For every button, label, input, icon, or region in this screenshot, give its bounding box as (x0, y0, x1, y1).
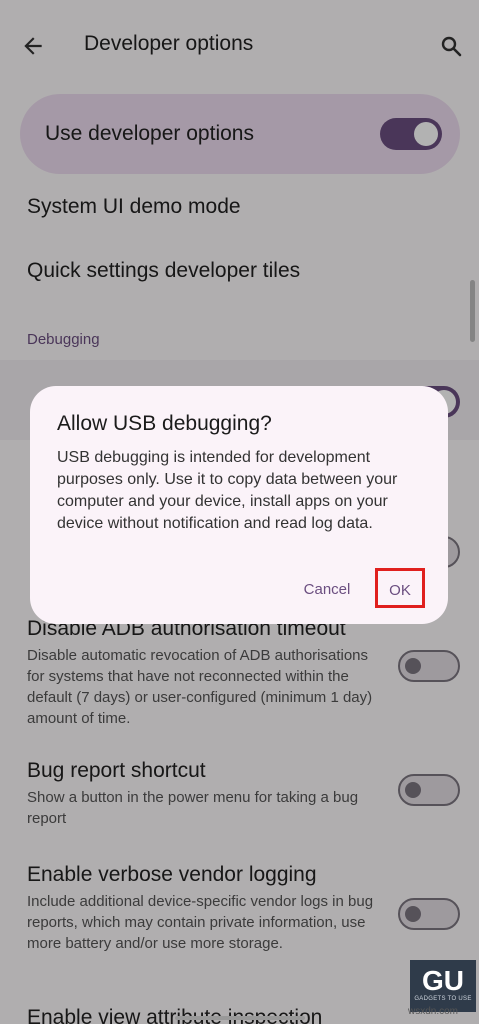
watermark-site: wsxdn.com (408, 1006, 459, 1017)
svg-text:GU: GU (422, 965, 464, 994)
gadgets-to-use-logo: GU (422, 965, 464, 994)
usb-debugging-dialog: Allow USB debugging? USB debugging is in… (30, 386, 448, 624)
dialog-message: USB debugging is intended for developmen… (57, 449, 398, 532)
gadgets-to-use-watermark: GU GADGETS TO USE (410, 960, 476, 1012)
home-indicator[interactable] (175, 1016, 305, 1020)
dialog-title: Allow USB debugging? (57, 412, 272, 435)
watermark-tagline: GADGETS TO USE (414, 996, 472, 1002)
cancel-button[interactable]: Cancel (292, 579, 362, 601)
ok-button[interactable]: OK (375, 568, 425, 608)
